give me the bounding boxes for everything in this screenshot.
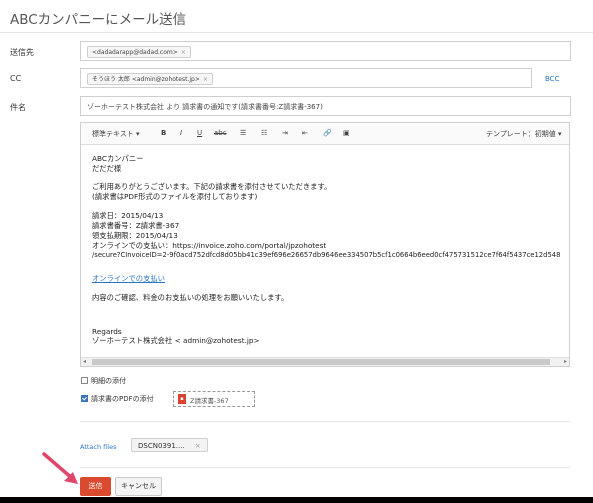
pdf-file-name: Z請求書-367 [190, 397, 229, 405]
to-recipient-chip[interactable]: <dadadarapp@dadad.com> × [87, 46, 191, 58]
cancel-button[interactable]: キャンセル [115, 477, 162, 496]
page-title: ABCカンパニーにメール送信 [10, 12, 187, 28]
body-line-pdf-note: (請求書はPDF形式のファイルを添付しております) [92, 192, 258, 201]
cc-label: CC [10, 74, 22, 83]
pointer-arrow-icon [42, 452, 78, 484]
attached-file-chip[interactable]: DSCN0391.... × [131, 438, 208, 452]
body-line-invoice-number: 請求書番号：Z請求書-367 [92, 221, 180, 230]
pdf-attachment: ▪ Z請求書-367 [173, 391, 255, 407]
indent-icon[interactable]: ⇥ [282, 129, 288, 137]
body-line-greeting: だだだ様 [92, 164, 122, 173]
subject-label: 件名 [10, 103, 26, 112]
attached-file-name: DSCN0391.... [138, 442, 185, 450]
image-icon[interactable]: ▣ [343, 129, 350, 137]
chevron-down-icon: ▾ [136, 130, 140, 138]
divider [80, 421, 570, 422]
bold-button[interactable]: B [161, 129, 166, 137]
scroll-left-icon[interactable]: ◂ [83, 358, 86, 365]
online-payment-link[interactable]: オンラインでの支払い [92, 274, 165, 284]
cc-recipient-text: そうほう 太郎 <admin@zohotest.jp> [92, 76, 200, 83]
to-recipient-text: <dadadarapp@dadad.com> [92, 49, 178, 56]
body-line-invoice-date: 請求日：2015/04/13 [92, 211, 164, 220]
bullet-list-icon[interactable]: ☰ [240, 129, 246, 137]
bcc-link[interactable]: BCC [545, 75, 559, 83]
close-icon[interactable]: × [181, 49, 186, 56]
body-line-regards: Regards [92, 327, 122, 336]
cc-field[interactable]: そうほう 太郎 <admin@zohotest.jp> × [80, 68, 532, 88]
outdent-icon[interactable]: ⇤ [302, 129, 308, 137]
template-label: テンプレート：初期値 [486, 130, 556, 138]
subject-input[interactable]: ゾーホーテスト株式会社 より 請求書の通知です(請求書番号:Z請求書-367) [80, 96, 571, 116]
close-icon[interactable]: × [203, 76, 208, 83]
body-line-signature: ゾーホーテスト株式会社 < admin@zohotest.jp> [92, 336, 260, 345]
message-editor[interactable]: 標準テキスト ▾ B I U abc ☰ ☷ ⇥ ⇤ 🔗 ▣ テンプレート：初期… [80, 122, 570, 367]
pdf-file-icon: ▪ [178, 394, 186, 404]
editor-toolbar: 標準テキスト ▾ B I U abc ☰ ☷ ⇥ ⇤ 🔗 ▣ テンプレート：初期… [81, 123, 569, 145]
link-icon[interactable]: 🔗 [323, 129, 332, 137]
strikethrough-button[interactable]: abc [214, 129, 227, 137]
close-icon[interactable]: × [195, 442, 201, 450]
chevron-down-icon: ▾ [558, 130, 562, 138]
pdf-attach-label: 請求書のPDFの添付 [91, 395, 154, 403]
to-field[interactable]: <dadadarapp@dadad.com> × [80, 41, 571, 61]
divider [80, 467, 570, 468]
body-line-thanks: ご利用ありがとうございます。下記の請求書を添付させていただきます。 [92, 182, 332, 191]
pdf-attach-checkbox[interactable] [81, 395, 88, 402]
scrollbar-thumb[interactable] [92, 359, 550, 365]
cc-recipient-chip[interactable]: そうほう 太郎 <admin@zohotest.jp> × [87, 73, 213, 85]
attach-files-link[interactable]: Attach files [80, 443, 116, 451]
body-line-request: 内容のご確認、料金のお支払いの処理をお願いいたします。 [92, 293, 289, 302]
format-dropdown[interactable]: 標準テキスト ▾ [92, 129, 140, 139]
statement-attach-label: 明細の添付 [91, 377, 126, 385]
format-label: 標準テキスト [92, 130, 134, 138]
scroll-right-icon[interactable]: ▸ [564, 358, 567, 365]
to-label: 送信先 [10, 48, 34, 57]
bottom-bar [0, 497, 593, 503]
statement-attach-checkbox[interactable] [81, 377, 88, 384]
body-line-payment-url-cont: /secure?CInvoiceID=2-9f0acd752dfcd8d05bb… [92, 251, 561, 259]
italic-button[interactable]: I [180, 129, 182, 137]
template-dropdown[interactable]: テンプレート：初期値 ▾ [486, 129, 562, 139]
body-line-company: ABCカンパニー [92, 154, 144, 163]
underline-button[interactable]: U [197, 129, 202, 137]
numbered-list-icon[interactable]: ☷ [261, 129, 267, 137]
body-line-payment-url: オンラインでの支払い：https://invoice.zoho.com/port… [92, 241, 327, 250]
horizontal-scrollbar[interactable]: ◂ ▸ [81, 357, 569, 366]
header-divider [0, 32, 593, 33]
body-line-due-date: 領支払期限：2015/04/13 [92, 231, 178, 240]
